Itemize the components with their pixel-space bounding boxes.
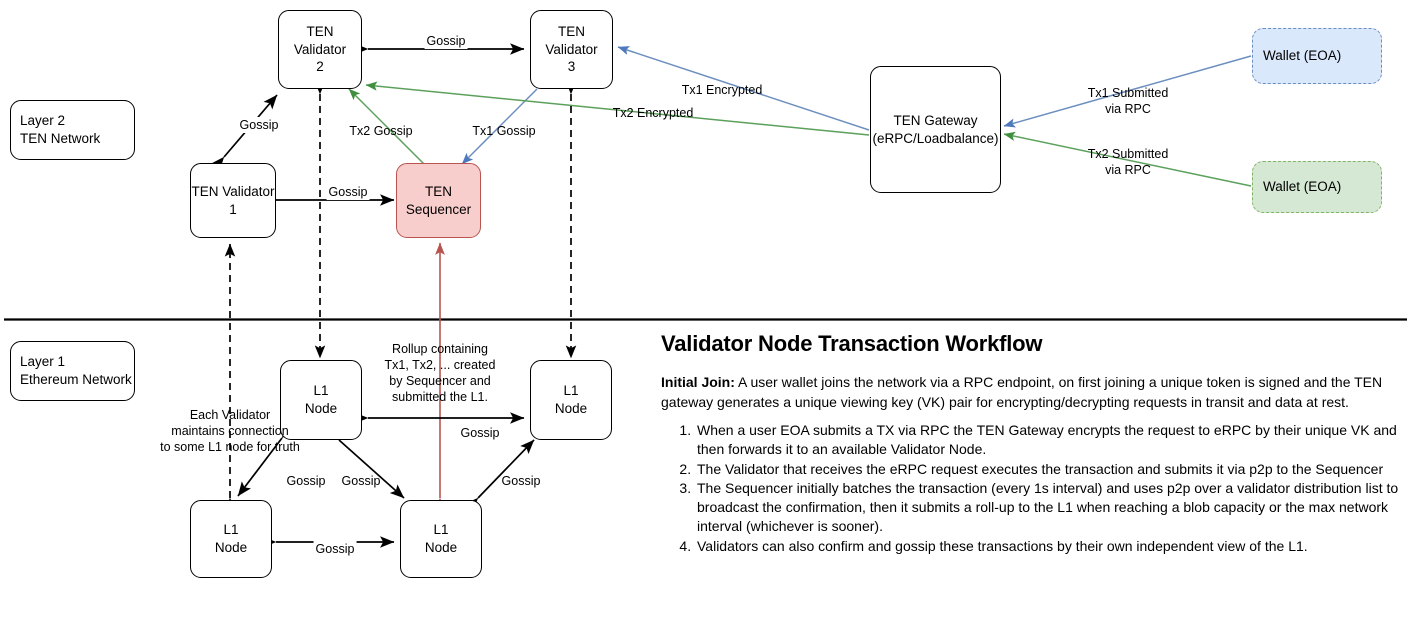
label-gossip-l1-bottom: Gossip: [313, 541, 357, 557]
node-l1-bottom-left[interactable]: L1 Node: [190, 500, 272, 578]
label-gossip-v2-v3: Gossip: [424, 33, 468, 49]
label-validator-connection-note: Each Validator maintains connection to s…: [160, 408, 300, 454]
layer2-label-box: Layer 2 TEN Network: [10, 100, 135, 160]
node-l1-bottom-right[interactable]: L1 Node: [400, 500, 482, 578]
page-title: Validator Node Transaction Workflow: [661, 331, 1043, 356]
intro-label: Initial Join:: [661, 374, 735, 391]
label-tx2-encrypted: Tx2 Encrypted: [612, 106, 694, 120]
edge-gossip-l1-mid-diag: [324, 426, 405, 499]
list-item: Validators can also confirm and gossip t…: [695, 537, 1403, 556]
intro-text: A user wallet joins the network via a RP…: [661, 374, 1383, 410]
label-rollup-note: Rollup containing Tx1, Tx2, ... created …: [384, 342, 496, 404]
edge-gossip-l1-right-diag: [464, 439, 535, 513]
node-ten-validator-3[interactable]: TEN Validator 3: [530, 10, 613, 89]
workflow-steps: When a user EOA submits a TX via RPC the…: [661, 421, 1403, 556]
label-tx1-encrypted: Tx1 Encrypted: [681, 83, 763, 97]
intro-paragraph: Initial Join: A user wallet joins the ne…: [661, 373, 1403, 412]
node-wallet-eoa-green[interactable]: Wallet (EOA): [1252, 161, 1382, 213]
label-tx1-gossip: Tx1 Gossip: [472, 124, 536, 138]
node-ten-sequencer[interactable]: TEN Sequencer: [396, 163, 481, 238]
label-tx2-gossip: Tx2 Gossip: [349, 124, 413, 138]
label-tx2-submitted: Tx2 Submitted via RPC: [1087, 147, 1169, 177]
list-item: When a user EOA submits a TX via RPC the…: [695, 421, 1403, 460]
label-gossip-l1-right-diag: Gossip: [501, 474, 541, 488]
workflow-panel: Validator Node Transaction Workflow Init…: [661, 331, 1403, 556]
diagram-canvas: Layer 2 TEN Network Layer 1 Ethereum Net…: [0, 0, 1411, 624]
node-wallet-eoa-blue[interactable]: Wallet (EOA): [1252, 28, 1382, 84]
label-gossip-l1-left-diag: Gossip: [286, 474, 326, 488]
label-gossip-l1-top: Gossip: [458, 425, 502, 441]
label-gossip-v1-seq: Gossip: [326, 184, 370, 200]
label-gossip-v1-v2: Gossip: [237, 117, 281, 133]
node-ten-validator-2[interactable]: TEN Validator 2: [278, 10, 362, 89]
node-ten-validator-1[interactable]: TEN Validator 1: [190, 163, 276, 238]
layer1-label-box: Layer 1 Ethereum Network: [10, 341, 135, 401]
label-gossip-l1-mid-diag: Gossip: [341, 474, 381, 488]
label-tx1-submitted: Tx1 Submitted via RPC: [1087, 86, 1169, 116]
list-item: The Sequencer initially batches the tran…: [695, 479, 1403, 537]
node-l1-top-right[interactable]: L1 Node: [530, 360, 612, 440]
node-ten-gateway[interactable]: TEN Gateway (eRPC/Loadbalance): [870, 66, 1001, 193]
list-item: The Validator that receives the eRPC req…: [695, 460, 1403, 479]
